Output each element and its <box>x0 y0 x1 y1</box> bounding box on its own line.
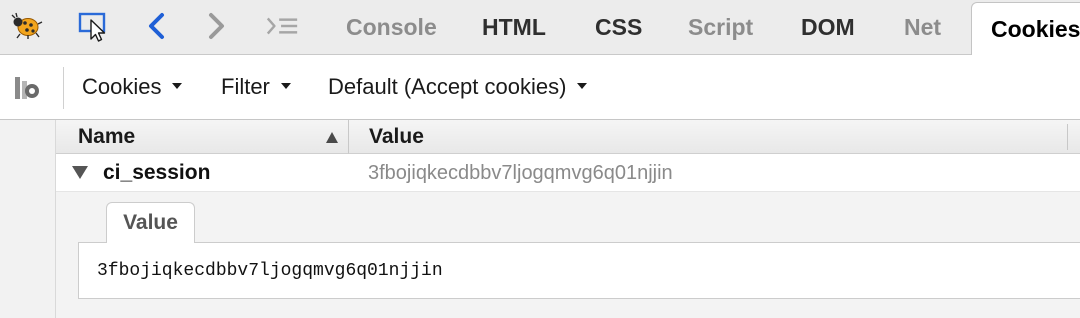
cookie-permission-menu[interactable]: Default (Accept cookies) <box>328 55 588 119</box>
cookie-permission-label: Default (Accept cookies) <box>328 74 567 99</box>
column-header-value[interactable]: Value <box>348 120 1080 154</box>
column-header-name-label: Name <box>78 124 136 148</box>
chevron-down-icon <box>172 83 183 89</box>
firebug-tab-bar: Console HTML CSS Script DOM Net Cookies <box>0 0 1080 56</box>
tab-cookies[interactable]: Cookies <box>971 2 1080 56</box>
cookie-value-full: 3fbojiqkecdbbv7ljogqmvg6q01njjin <box>97 260 443 281</box>
cookie-detail-panel: Value 3fbojiqkecdbbv7ljogqmvg6q01njjin <box>56 192 1080 318</box>
value-content-box: 3fbojiqkecdbbv7ljogqmvg6q01njjin <box>78 242 1080 299</box>
toolbar-separator <box>63 67 64 109</box>
cookies-menu[interactable]: Cookies <box>82 55 183 119</box>
chevron-down-icon <box>280 83 291 89</box>
tab-css[interactable]: CSS <box>595 0 642 55</box>
cookies-toolbar: Cookies Filter Default (Accept cookies) <box>0 55 1080 120</box>
cookies-menu-label: Cookies <box>82 74 162 99</box>
expand-toggle-icon[interactable] <box>72 166 88 179</box>
tab-dom[interactable]: DOM <box>801 0 855 55</box>
inspect-element-icon[interactable] <box>75 8 111 44</box>
back-arrow-icon[interactable] <box>139 8 175 44</box>
tab-html[interactable]: HTML <box>482 0 546 55</box>
filter-menu-label: Filter <box>221 74 270 99</box>
tab-script[interactable]: Script <box>688 0 753 55</box>
cookie-name: ci_session <box>103 161 211 184</box>
column-resize-handle[interactable] <box>1067 124 1068 150</box>
cookie-settings-icon[interactable] <box>12 73 42 103</box>
sort-ascending-icon <box>326 132 338 143</box>
table-row[interactable]: ci_session 3fbojiqkecdbbv7ljogqmvg6q01nj… <box>56 154 1080 192</box>
firebug-bug-icon[interactable] <box>9 8 45 44</box>
tab-value[interactable]: Value <box>106 202 195 243</box>
cookie-value: 3fbojiqkecdbbv7ljogqmvg6q01njjin <box>368 161 673 184</box>
chevron-down-icon <box>577 83 588 89</box>
left-gutter <box>0 120 56 318</box>
filter-menu[interactable]: Filter <box>221 55 291 119</box>
tab-net[interactable]: Net <box>904 0 941 55</box>
command-line-icon[interactable] <box>264 8 300 44</box>
column-header-value-label: Value <box>369 124 424 148</box>
tab-console[interactable]: Console <box>346 0 437 55</box>
forward-arrow-icon[interactable] <box>198 8 234 44</box>
column-header-name[interactable]: Name <box>56 120 348 154</box>
